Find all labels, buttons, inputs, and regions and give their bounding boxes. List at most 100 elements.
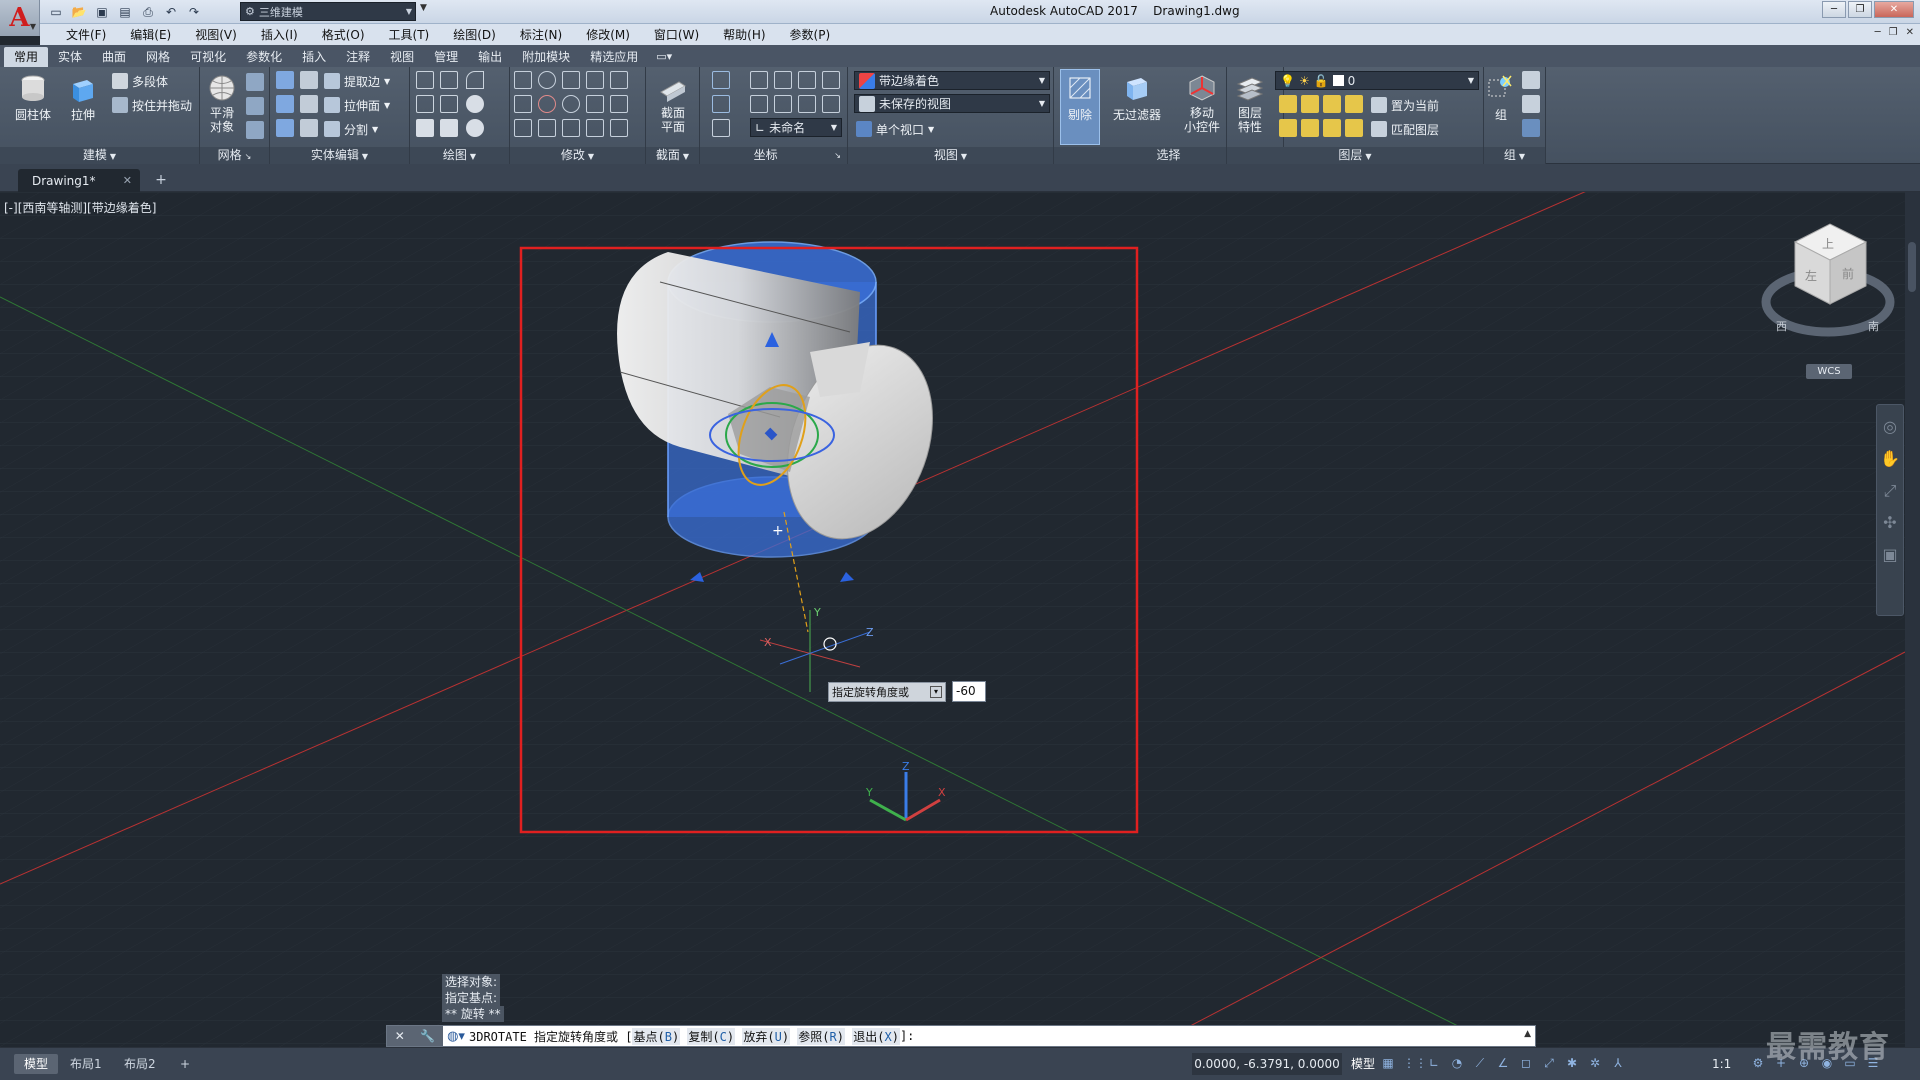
option-exit[interactable]: 退出(X)	[852, 1027, 900, 1045]
layer-dropdown[interactable]: 💡 ☀ 🔓 0 ▼	[1275, 71, 1479, 90]
group-edit-icon[interactable]	[1522, 95, 1540, 113]
ucs-y-icon[interactable]	[798, 71, 816, 89]
3d-rotate-icon[interactable]	[538, 95, 556, 113]
mesh-crease-icon[interactable]	[246, 97, 264, 115]
menu-file[interactable]: 文件(F)	[54, 26, 118, 43]
mirror-icon[interactable]	[610, 71, 628, 89]
application-menu-button[interactable]: A ▼	[0, 0, 40, 36]
array-icon[interactable]	[610, 95, 628, 113]
layout-tab-layout1[interactable]: 布局1	[60, 1054, 112, 1074]
selection-cycling-icon[interactable]: ✱	[1564, 1054, 1580, 1072]
tab-view[interactable]: 视图	[380, 47, 424, 67]
3d-osnap-icon[interactable]: ✲	[1587, 1054, 1603, 1072]
ucs-dropdown[interactable]: ∟ 未命名 ▼	[750, 118, 842, 137]
polysolid-button[interactable]: 多段体	[112, 71, 168, 91]
panel-title-groups[interactable]: 组 ▼	[1484, 147, 1545, 164]
minimize-button[interactable]: ─	[1822, 1, 1846, 18]
annotation-scale[interactable]: 1:1	[1712, 1054, 1731, 1074]
scroll-thumb[interactable]	[1908, 242, 1916, 292]
dynamic-ucs-icon[interactable]: ⤢	[1541, 1054, 1557, 1072]
undo-icon[interactable]: ↶	[161, 3, 181, 21]
ortho-icon[interactable]: ∟	[1426, 1054, 1442, 1072]
3d-align-icon[interactable]	[538, 119, 556, 137]
layer-lock-icon[interactable]	[1345, 95, 1363, 113]
qat-customize-button[interactable]: ▼	[420, 3, 434, 21]
layout-tab-layout2[interactable]: 布局2	[114, 1054, 166, 1074]
layer-unlock-icon[interactable]	[1345, 119, 1363, 137]
save-as-icon[interactable]: ▤	[115, 3, 135, 21]
doc-restore-button[interactable]: ❐	[1889, 27, 1898, 38]
layer-isolate-icon[interactable]	[1301, 95, 1319, 113]
panel-title-view[interactable]: 视图 ▼	[848, 147, 1053, 164]
panel-title-modify[interactable]: 修改 ▼	[510, 147, 645, 164]
doc-tab-drawing1[interactable]: Drawing1* ✕	[18, 169, 140, 192]
tab-mesh[interactable]: 网格	[136, 47, 180, 67]
snap-icon[interactable]: ⋮⋮	[1403, 1054, 1427, 1072]
open-icon[interactable]: 📂	[69, 3, 89, 21]
fillet-icon[interactable]	[514, 95, 532, 113]
viewport-config-button[interactable]: 单个视口 ▼	[856, 119, 934, 139]
scale-icon[interactable]	[586, 71, 604, 89]
layer-thaw-icon[interactable]	[1323, 119, 1341, 137]
doc-close-button[interactable]: ✕	[1906, 27, 1914, 38]
stretch-icon[interactable]	[562, 119, 580, 137]
annotation-visibility-icon[interactable]: ⅄	[1610, 1054, 1626, 1072]
close-icon[interactable]: ✕	[395, 1029, 405, 1043]
workspace-dropdown[interactable]: ⚙ 三维建模 ▼	[240, 2, 416, 21]
rotate-icon[interactable]	[562, 95, 580, 113]
arc-icon[interactable]	[466, 71, 484, 89]
model-space-toggle[interactable]: 模型	[1346, 1054, 1380, 1074]
trim-icon[interactable]	[514, 71, 532, 89]
ucs-world-icon[interactable]	[750, 71, 768, 89]
mesh-smooth-more-icon[interactable]	[246, 121, 264, 139]
panel-title-coordinates[interactable]: 坐标 ↘	[700, 147, 847, 164]
panel-title-draw[interactable]: 绘图 ▼	[410, 147, 509, 164]
tab-surface[interactable]: 曲面	[92, 47, 136, 67]
tab-featured-apps[interactable]: 精选应用	[580, 47, 648, 67]
ungroup-icon[interactable]	[1522, 71, 1540, 89]
ucs-origin-icon[interactable]	[712, 95, 730, 113]
dynamic-input-value[interactable]: -60	[952, 681, 986, 702]
viewport-vertical-scrollbar[interactable]	[1905, 192, 1920, 1047]
panel-title-modeling[interactable]: 建模 ▼	[0, 147, 199, 164]
menu-format[interactable]: 格式(O)	[310, 26, 377, 43]
tab-manage[interactable]: 管理	[424, 47, 468, 67]
rectangle-icon[interactable]	[440, 119, 458, 137]
ellipse-icon[interactable]	[466, 119, 484, 137]
ucs-3point-icon[interactable]	[822, 95, 840, 113]
zoom-extents-icon[interactable]: ⤢	[1880, 481, 1900, 501]
polyline-icon[interactable]	[416, 71, 434, 89]
ribbon-minimize-toggle[interactable]: ▭▾	[648, 47, 680, 67]
tab-visualize[interactable]: 可视化	[180, 47, 236, 67]
ucs-object-icon[interactable]	[774, 95, 792, 113]
tab-insert[interactable]: 插入	[292, 47, 336, 67]
ucs-x-icon[interactable]	[774, 71, 792, 89]
panel-title-layers[interactable]: 图层 ▼	[1227, 147, 1483, 164]
ucs-zaxis-icon[interactable]	[712, 119, 730, 137]
3dpolyline-icon[interactable]	[440, 71, 458, 89]
union-icon[interactable]	[276, 71, 294, 89]
pan-hand-icon[interactable]: ✋	[1880, 449, 1900, 469]
new-drawing-tab-button[interactable]: +	[150, 171, 172, 189]
menu-insert[interactable]: 插入(I)	[249, 26, 310, 43]
close-button[interactable]: ✕	[1874, 1, 1914, 18]
menu-help[interactable]: 帮助(H)	[711, 26, 777, 43]
tab-parametric[interactable]: 参数化	[236, 47, 292, 67]
layer-unisolate-icon[interactable]	[1301, 119, 1319, 137]
culling-button[interactable]: 剔除	[1060, 69, 1100, 145]
wcs-menu-button[interactable]: WCS	[1806, 364, 1852, 379]
restore-button[interactable]: ❐	[1848, 1, 1872, 18]
circle-icon[interactable]	[466, 95, 484, 113]
showmotion-icon[interactable]: ▣	[1880, 545, 1900, 565]
cylinder-button[interactable]: 圆柱体	[10, 70, 56, 123]
menu-dimension[interactable]: 标注(N)	[508, 26, 574, 43]
spline-icon[interactable]	[416, 95, 434, 113]
gear-icon[interactable]: ⚙	[1750, 1054, 1766, 1072]
offset-icon[interactable]	[514, 119, 532, 137]
extract-edges-button[interactable]: 提取边 ▼	[324, 71, 390, 91]
layer-on-icon[interactable]	[1279, 119, 1297, 137]
extrude-button[interactable]: 拉伸	[60, 70, 106, 123]
options-arrow-icon[interactable]: ▾	[930, 686, 942, 698]
interfere-icon[interactable]	[300, 71, 318, 89]
layer-freeze-icon[interactable]	[1323, 95, 1341, 113]
